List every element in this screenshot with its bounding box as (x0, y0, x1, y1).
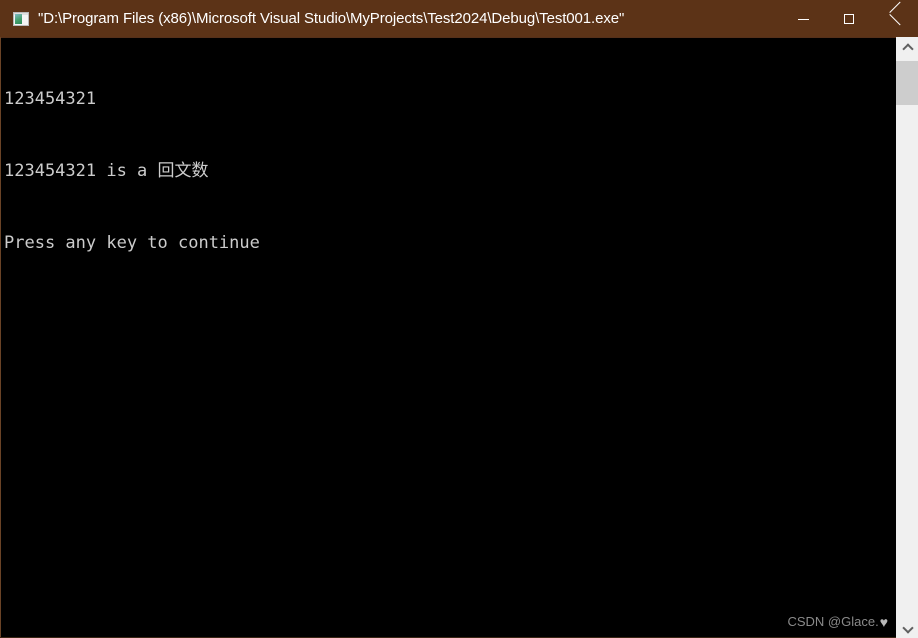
console-output: 123454321 123454321 is a 回文数 Press any k… (4, 39, 884, 303)
console-window: "D:\Program Files (x86)\Microsoft Visual… (0, 0, 918, 638)
window-controls (780, 0, 918, 37)
chevron-down-icon (903, 624, 912, 633)
console-border-left (0, 37, 1, 638)
close-icon (889, 13, 901, 25)
scrollbar-thumb[interactable] (896, 61, 918, 105)
vertical-scrollbar[interactable] (896, 37, 918, 638)
heart-icon: ♥ (879, 614, 888, 630)
console-line: Press any key to continue (4, 233, 260, 253)
title-bar[interactable]: "D:\Program Files (x86)\Microsoft Visual… (0, 0, 918, 37)
app-icon-pane (15, 13, 22, 24)
maximize-button[interactable] (826, 0, 872, 37)
watermark: CSDN @Glace. ♥ (787, 614, 888, 630)
scroll-down-button[interactable] (896, 618, 918, 638)
console-line: 123454321 is a 回文数 (4, 161, 209, 181)
window-title: "D:\Program Files (x86)\Microsoft Visual… (38, 9, 625, 27)
console-app-icon (13, 11, 29, 26)
minimize-button[interactable] (780, 0, 826, 37)
maximize-icon (844, 13, 854, 24)
console-border-top (0, 37, 896, 38)
chevron-up-icon (903, 43, 912, 52)
scroll-up-button[interactable] (896, 37, 918, 57)
close-button[interactable] (872, 0, 918, 37)
watermark-text: CSDN @Glace. (787, 614, 879, 629)
minimize-icon (797, 18, 809, 20)
console-line: 123454321 (4, 89, 97, 109)
console-client-area[interactable]: 123454321 123454321 is a 回文数 Press any k… (0, 37, 918, 638)
